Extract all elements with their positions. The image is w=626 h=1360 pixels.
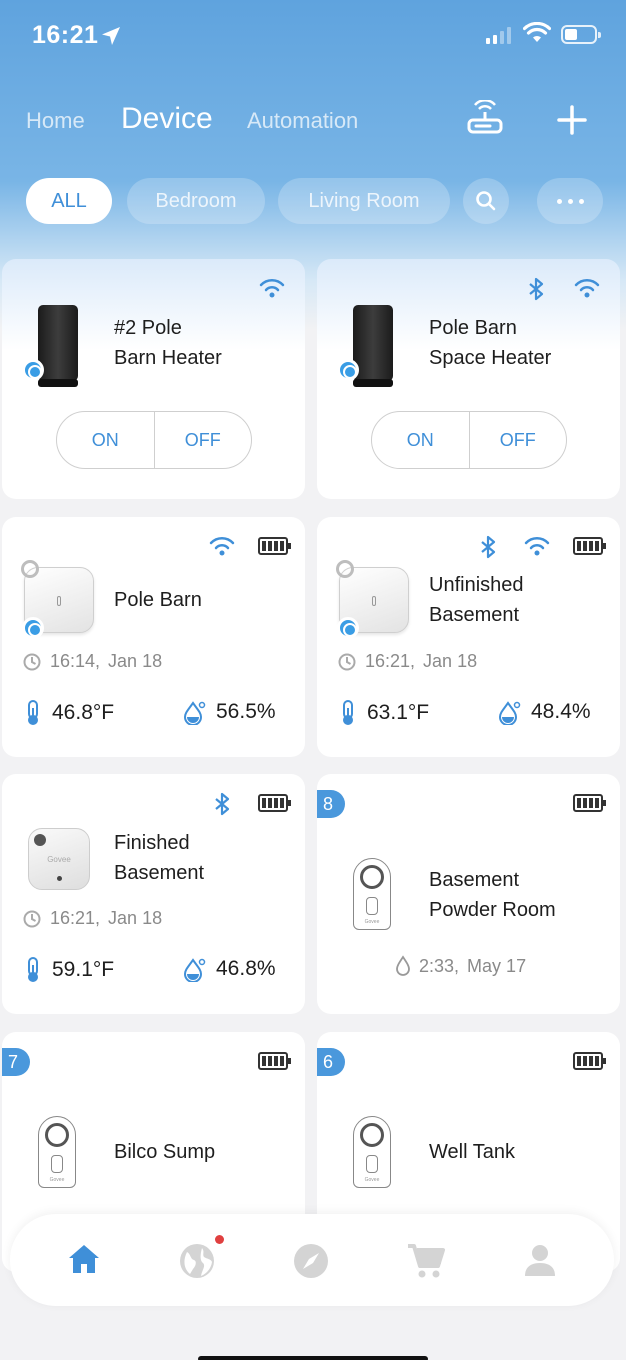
group-badge: 8 xyxy=(317,790,345,818)
heater-image xyxy=(38,305,78,387)
humidity-icon xyxy=(183,958,206,982)
chip-bedroom[interactable]: Bedroom xyxy=(127,178,265,224)
leak-sensor-image: Govee xyxy=(353,1116,391,1188)
chip-all[interactable]: ALL xyxy=(26,178,112,224)
battery-icon xyxy=(573,1052,606,1070)
thermometer-icon xyxy=(28,957,38,982)
wifi-icon xyxy=(524,536,550,556)
on-off-toggle: ON OFF xyxy=(56,411,252,469)
heater-image xyxy=(353,305,393,387)
status-time: 16:21 xyxy=(32,21,99,49)
more-dots-icon xyxy=(556,198,584,204)
sensor-image: Govee xyxy=(28,828,90,890)
profile-icon[interactable] xyxy=(522,1242,558,1278)
off-button[interactable]: OFF xyxy=(470,412,567,468)
status-bar: 16:21 xyxy=(0,0,626,70)
home-indicator xyxy=(198,1356,428,1360)
chip-living-room[interactable]: Living Room xyxy=(278,178,450,224)
bottom-tab-bar xyxy=(10,1214,614,1306)
tab-home[interactable]: Home xyxy=(26,108,85,134)
temperature-reading: 59.1°F xyxy=(24,956,114,984)
device-card-finished-basement[interactable]: Govee Finished Basement 16:21, Jan 18 59.… xyxy=(2,774,305,1014)
cart-icon[interactable] xyxy=(406,1242,446,1280)
globe-icon[interactable] xyxy=(178,1242,216,1280)
on-off-toggle: ON OFF xyxy=(371,411,567,469)
device-name: Bilco Sump xyxy=(114,1141,216,1163)
tab-automation[interactable]: Automation xyxy=(247,108,358,134)
wifi-status-icon xyxy=(523,22,551,42)
notification-dot xyxy=(215,1235,224,1244)
device-name: Unfinished Basement xyxy=(429,574,524,626)
cellular-signal-icon xyxy=(486,26,511,44)
humidity-reading: 46.8% xyxy=(182,956,276,982)
humidity-reading: 56.5% xyxy=(182,699,276,725)
water-drop-icon xyxy=(396,955,410,976)
device-card-heater-1[interactable]: #2 Pole Barn Heater ON OFF xyxy=(2,259,305,499)
humidity-icon xyxy=(183,701,206,725)
bluetooth-icon xyxy=(529,277,544,301)
leak-sensor-image: Govee xyxy=(38,1116,76,1188)
wifi-icon xyxy=(574,278,600,298)
compass-icon[interactable] xyxy=(292,1242,330,1280)
last-leak-update: 2:33, May 17 xyxy=(395,955,526,977)
battery-status-icon xyxy=(561,25,601,44)
battery-icon xyxy=(573,794,606,812)
on-button[interactable]: ON xyxy=(372,412,470,468)
humidity-reading: 48.4% xyxy=(497,699,591,725)
leak-sensor-image: Govee xyxy=(353,858,391,930)
bluetooth-icon xyxy=(215,792,230,816)
group-badge: 6 xyxy=(317,1048,345,1076)
off-button[interactable]: OFF xyxy=(155,412,252,468)
alexa-icon xyxy=(22,359,44,381)
device-name: Pole Barn xyxy=(114,589,202,611)
device-card-unfinished-basement[interactable]: Unfinished Basement 16:21, Jan 18 63.1°F … xyxy=(317,517,620,757)
add-icon[interactable] xyxy=(557,105,587,135)
wifi-icon xyxy=(259,278,285,298)
bluetooth-icon xyxy=(481,535,496,559)
temperature-reading: 46.8°F xyxy=(24,699,114,727)
thermometer-icon xyxy=(343,700,353,725)
search-icon xyxy=(476,191,496,211)
alexa-icon xyxy=(337,359,359,381)
device-card-powder-room[interactable]: 8 Govee Basement Powder Room 2:33, May 17 xyxy=(317,774,620,1014)
tab-device[interactable]: Device xyxy=(121,102,213,136)
search-button[interactable] xyxy=(463,178,509,224)
location-arrow-icon xyxy=(102,27,120,45)
temperature-reading: 63.1°F xyxy=(339,699,429,727)
home-icon[interactable] xyxy=(66,1242,102,1276)
clock-icon xyxy=(338,653,356,670)
battery-icon xyxy=(573,537,606,555)
last-update: 16:21, Jan 18 xyxy=(337,651,477,672)
device-card-pole-barn[interactable]: Pole Barn 16:14, Jan 18 46.8°F 56.5% xyxy=(2,517,305,757)
battery-icon xyxy=(258,794,291,812)
device-name: Basement Powder Room xyxy=(429,869,556,921)
clock-icon xyxy=(23,910,41,927)
last-update: 16:21, Jan 18 xyxy=(22,908,162,929)
device-name: Well Tank xyxy=(429,1141,515,1163)
more-button[interactable] xyxy=(537,178,603,224)
alexa-icon xyxy=(337,617,359,639)
device-name: Pole Barn Space Heater xyxy=(429,317,552,369)
battery-icon xyxy=(258,537,291,555)
device-name: #2 Pole Barn Heater xyxy=(114,317,222,369)
device-card-heater-2[interactable]: Pole Barn Space Heater ON OFF xyxy=(317,259,620,499)
group-badge: 7 xyxy=(2,1048,30,1076)
last-update: 16:14, Jan 18 xyxy=(22,651,162,672)
on-button[interactable]: ON xyxy=(57,412,155,468)
device-name: Finished Basement xyxy=(114,832,205,884)
gateway-icon[interactable] xyxy=(466,100,504,136)
battery-icon xyxy=(258,1052,291,1070)
alexa-icon xyxy=(22,617,44,639)
thermometer-icon xyxy=(28,700,38,725)
wifi-icon xyxy=(209,536,235,556)
humidity-icon xyxy=(498,701,521,725)
clock-icon xyxy=(23,653,41,670)
